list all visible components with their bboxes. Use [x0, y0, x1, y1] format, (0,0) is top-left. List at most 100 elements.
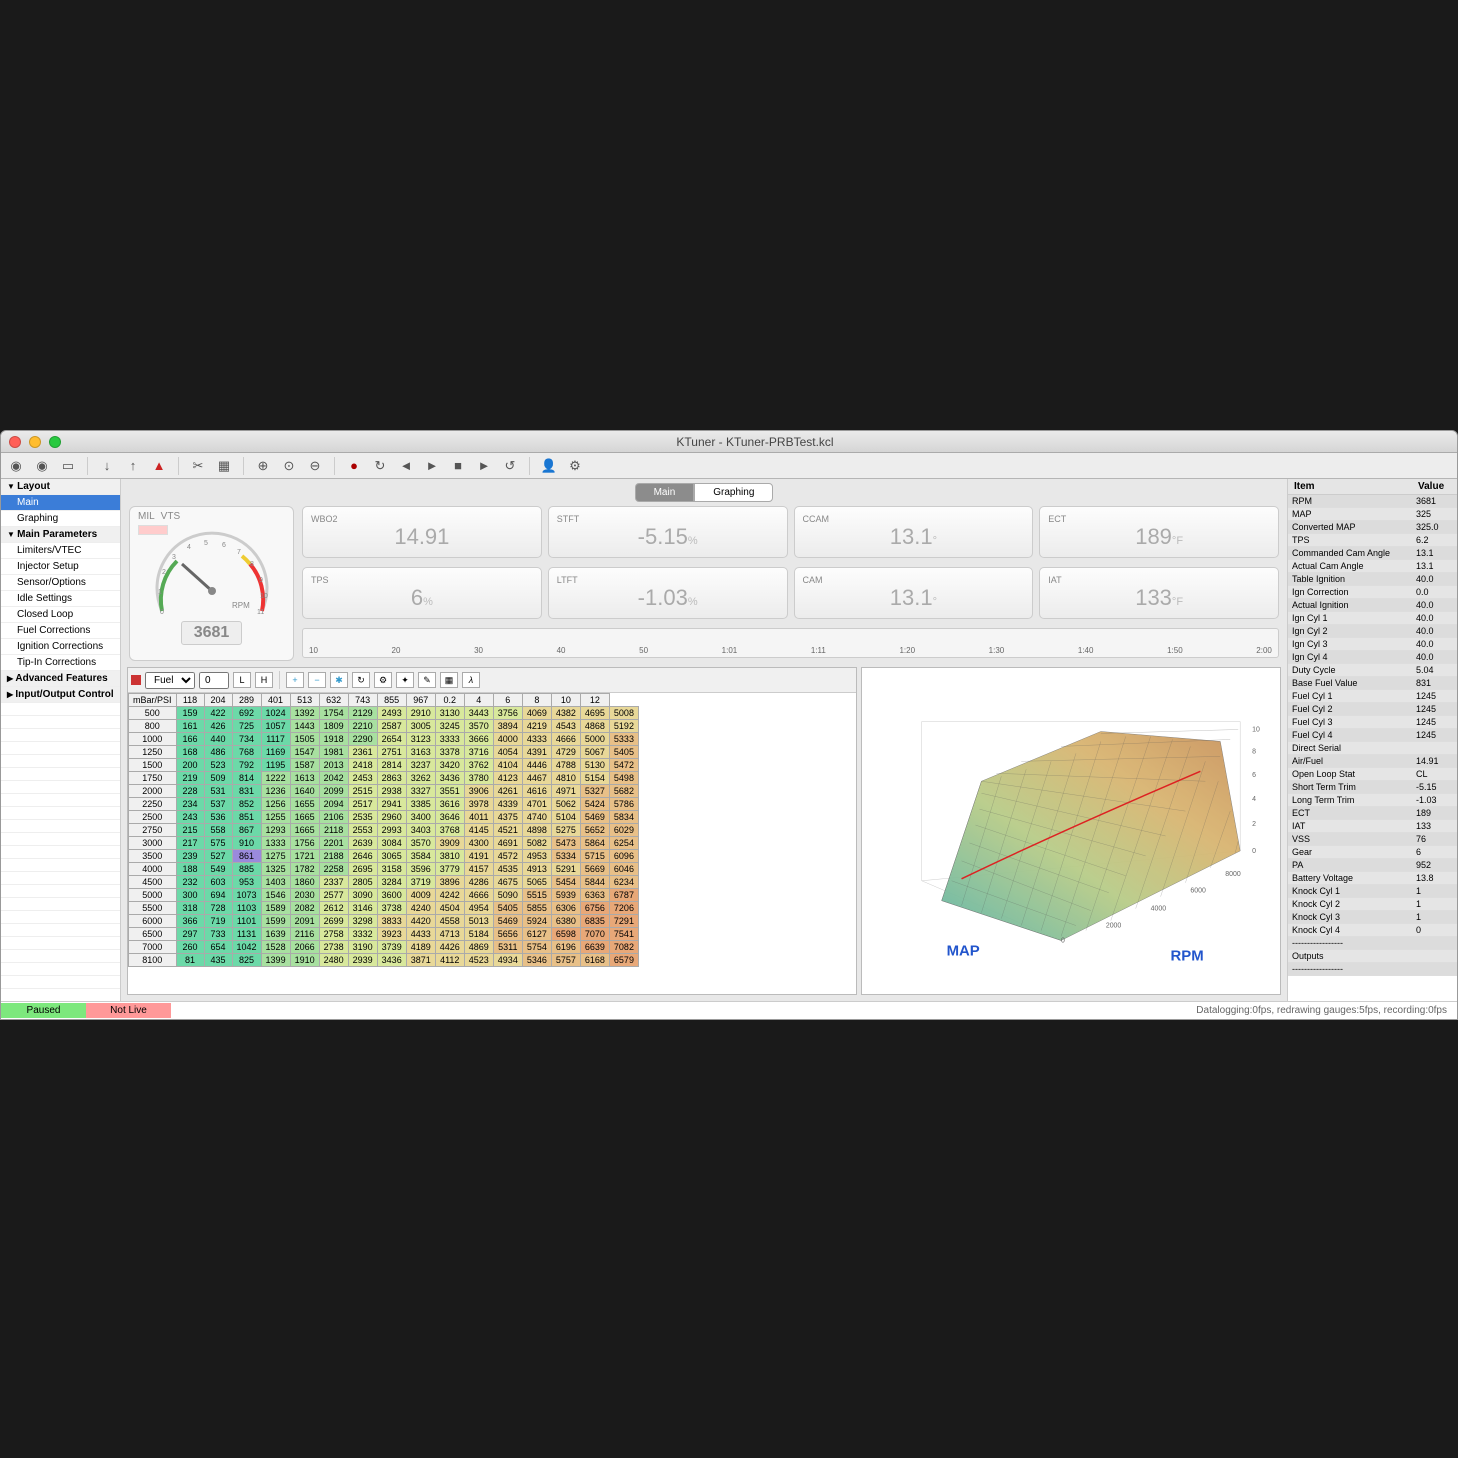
param-row[interactable]: Base Fuel Value831: [1288, 677, 1457, 690]
record-icon[interactable]: ●: [345, 457, 363, 475]
low-button[interactable]: L: [233, 672, 251, 688]
param-row[interactable]: -----------------: [1288, 937, 1457, 950]
param-row[interactable]: Long Term Trim-1.03: [1288, 794, 1457, 807]
param-row[interactable]: IAT133: [1288, 820, 1457, 833]
sidebar-item-sensor-options[interactable]: Sensor/Options: [1, 575, 120, 591]
param-row[interactable]: RPM3681: [1288, 495, 1457, 508]
tab-main[interactable]: Main: [635, 483, 695, 502]
zoom-out-icon[interactable]: ⊖: [306, 457, 324, 475]
param-row[interactable]: Knock Cyl 21: [1288, 898, 1457, 911]
sidebar-section-input-output-control[interactable]: Input/Output Control: [1, 687, 120, 703]
sidebar-section-main-parameters[interactable]: Main Parameters: [1, 527, 120, 543]
dashboard-row: MIL VTS 012 345 678 91011: [121, 506, 1287, 661]
save-icon[interactable]: ▭: [59, 457, 77, 475]
minus-icon[interactable]: −: [308, 672, 326, 688]
sidebar-section-advanced-features[interactable]: Advanced Features: [1, 671, 120, 687]
minimize-icon[interactable]: [29, 436, 41, 448]
param-row[interactable]: Battery Voltage13.8: [1288, 872, 1457, 885]
param-row[interactable]: Table Ignition40.0: [1288, 573, 1457, 586]
timeline[interactable]: 10203040501:011:111:201:301:401:502:00: [302, 628, 1279, 658]
param-row[interactable]: Short Term Trim-5.15: [1288, 781, 1457, 794]
play-icon[interactable]: ►: [423, 457, 441, 475]
param-row[interactable]: Air/Fuel14.91: [1288, 755, 1457, 768]
close-icon[interactable]: [9, 436, 21, 448]
grid-icon[interactable]: ▦: [440, 672, 458, 688]
sidebar-item-idle-settings[interactable]: Idle Settings: [1, 591, 120, 607]
globe2-icon[interactable]: ◉: [33, 457, 51, 475]
sidebar-item-main[interactable]: Main: [1, 495, 120, 511]
param-row[interactable]: Commanded Cam Angle13.1: [1288, 547, 1457, 560]
zoom-icon[interactable]: [49, 436, 61, 448]
next-icon[interactable]: ►: [475, 457, 493, 475]
up-icon[interactable]: ↑: [124, 457, 142, 475]
sidebar-item-closed-loop[interactable]: Closed Loop: [1, 607, 120, 623]
param-row[interactable]: Ign Cyl 440.0: [1288, 651, 1457, 664]
sidebar-item-fuel-corrections[interactable]: Fuel Corrections: [1, 623, 120, 639]
param-row[interactable]: MAP325: [1288, 508, 1457, 521]
warning-icon[interactable]: ▲: [150, 457, 168, 475]
tab-bar: MainGraphing: [121, 479, 1287, 506]
param-row[interactable]: ECT189: [1288, 807, 1457, 820]
param-row[interactable]: Ign Cyl 140.0: [1288, 612, 1457, 625]
sidebar-item-injector-setup[interactable]: Injector Setup: [1, 559, 120, 575]
plus-icon[interactable]: +: [286, 672, 304, 688]
param-row[interactable]: Fuel Cyl 21245: [1288, 703, 1457, 716]
gear-table-icon[interactable]: ⚙: [374, 672, 392, 688]
prev-icon[interactable]: ◄: [397, 457, 415, 475]
param-row[interactable]: Outputs: [1288, 950, 1457, 963]
refresh-table-icon[interactable]: ↻: [352, 672, 370, 688]
param-row[interactable]: Direct Serial: [1288, 742, 1457, 755]
param-row[interactable]: Ign Cyl 340.0: [1288, 638, 1457, 651]
magic-icon[interactable]: ✦: [396, 672, 414, 688]
readout-wbo2: WBO214.91: [302, 506, 542, 558]
cut-icon[interactable]: ✂: [189, 457, 207, 475]
param-row[interactable]: Gear6: [1288, 846, 1457, 859]
zoom-in-icon[interactable]: ⊕: [254, 457, 272, 475]
refresh-icon[interactable]: ↻: [371, 457, 389, 475]
param-row[interactable]: PA952: [1288, 859, 1457, 872]
high-button[interactable]: H: [255, 672, 273, 688]
statusbar: Paused Not Live Datalogging:0fps, redraw…: [1, 1001, 1457, 1019]
svg-text:2000: 2000: [1106, 923, 1122, 930]
param-row[interactable]: Knock Cyl 11: [1288, 885, 1457, 898]
param-row[interactable]: Knock Cyl 40: [1288, 924, 1457, 937]
svg-text:0: 0: [1252, 848, 1256, 855]
fuel-table[interactable]: mBar/PSI1182042894015136327438559670.246…: [128, 693, 639, 967]
tab-graphing[interactable]: Graphing: [694, 483, 773, 502]
param-row[interactable]: Fuel Cyl 31245: [1288, 716, 1457, 729]
status-fps: Datalogging:0fps, redrawing gauges:5fps,…: [1196, 1005, 1457, 1016]
readout-ccam: CCAM13.1°: [794, 506, 1034, 558]
sidebar-section-layout[interactable]: Layout: [1, 479, 120, 495]
param-row[interactable]: -----------------: [1288, 963, 1457, 976]
table-spinner[interactable]: [199, 672, 229, 689]
multiply-icon[interactable]: ✱: [330, 672, 348, 688]
param-row[interactable]: Fuel Cyl 11245: [1288, 690, 1457, 703]
param-row[interactable]: Ign Cyl 240.0: [1288, 625, 1457, 638]
zoom-fit-icon[interactable]: ⊙: [280, 457, 298, 475]
param-row[interactable]: Converted MAP325.0: [1288, 521, 1457, 534]
loop-icon[interactable]: ↺: [501, 457, 519, 475]
param-row[interactable]: Knock Cyl 31: [1288, 911, 1457, 924]
calendar-icon[interactable]: ▦: [215, 457, 233, 475]
lambda-icon[interactable]: λ: [462, 672, 480, 688]
sidebar-item-tip-in-corrections[interactable]: Tip-In Corrections: [1, 655, 120, 671]
gear-icon[interactable]: ⚙: [566, 457, 584, 475]
table-selector[interactable]: Fuel: [145, 672, 195, 689]
param-row[interactable]: Duty Cycle5.04: [1288, 664, 1457, 677]
chart-3d[interactable]: MAP RPM 02000400060008000 0246810: [861, 667, 1281, 995]
stop-icon[interactable]: ■: [449, 457, 467, 475]
down-icon[interactable]: ↓: [98, 457, 116, 475]
globe-icon[interactable]: ◉: [7, 457, 25, 475]
sidebar-item-limiters-vtec[interactable]: Limiters/VTEC: [1, 543, 120, 559]
user-icon[interactable]: 👤: [540, 457, 558, 475]
brush-icon[interactable]: ✎: [418, 672, 436, 688]
param-row[interactable]: TPS6.2: [1288, 534, 1457, 547]
param-row[interactable]: Fuel Cyl 41245: [1288, 729, 1457, 742]
sidebar-item-ignition-corrections[interactable]: Ignition Corrections: [1, 639, 120, 655]
param-row[interactable]: Open Loop StatCL: [1288, 768, 1457, 781]
param-row[interactable]: Actual Ignition40.0: [1288, 599, 1457, 612]
param-row[interactable]: Ign Correction0.0: [1288, 586, 1457, 599]
sidebar-item-graphing[interactable]: Graphing: [1, 511, 120, 527]
param-row[interactable]: Actual Cam Angle13.1: [1288, 560, 1457, 573]
param-row[interactable]: VSS76: [1288, 833, 1457, 846]
